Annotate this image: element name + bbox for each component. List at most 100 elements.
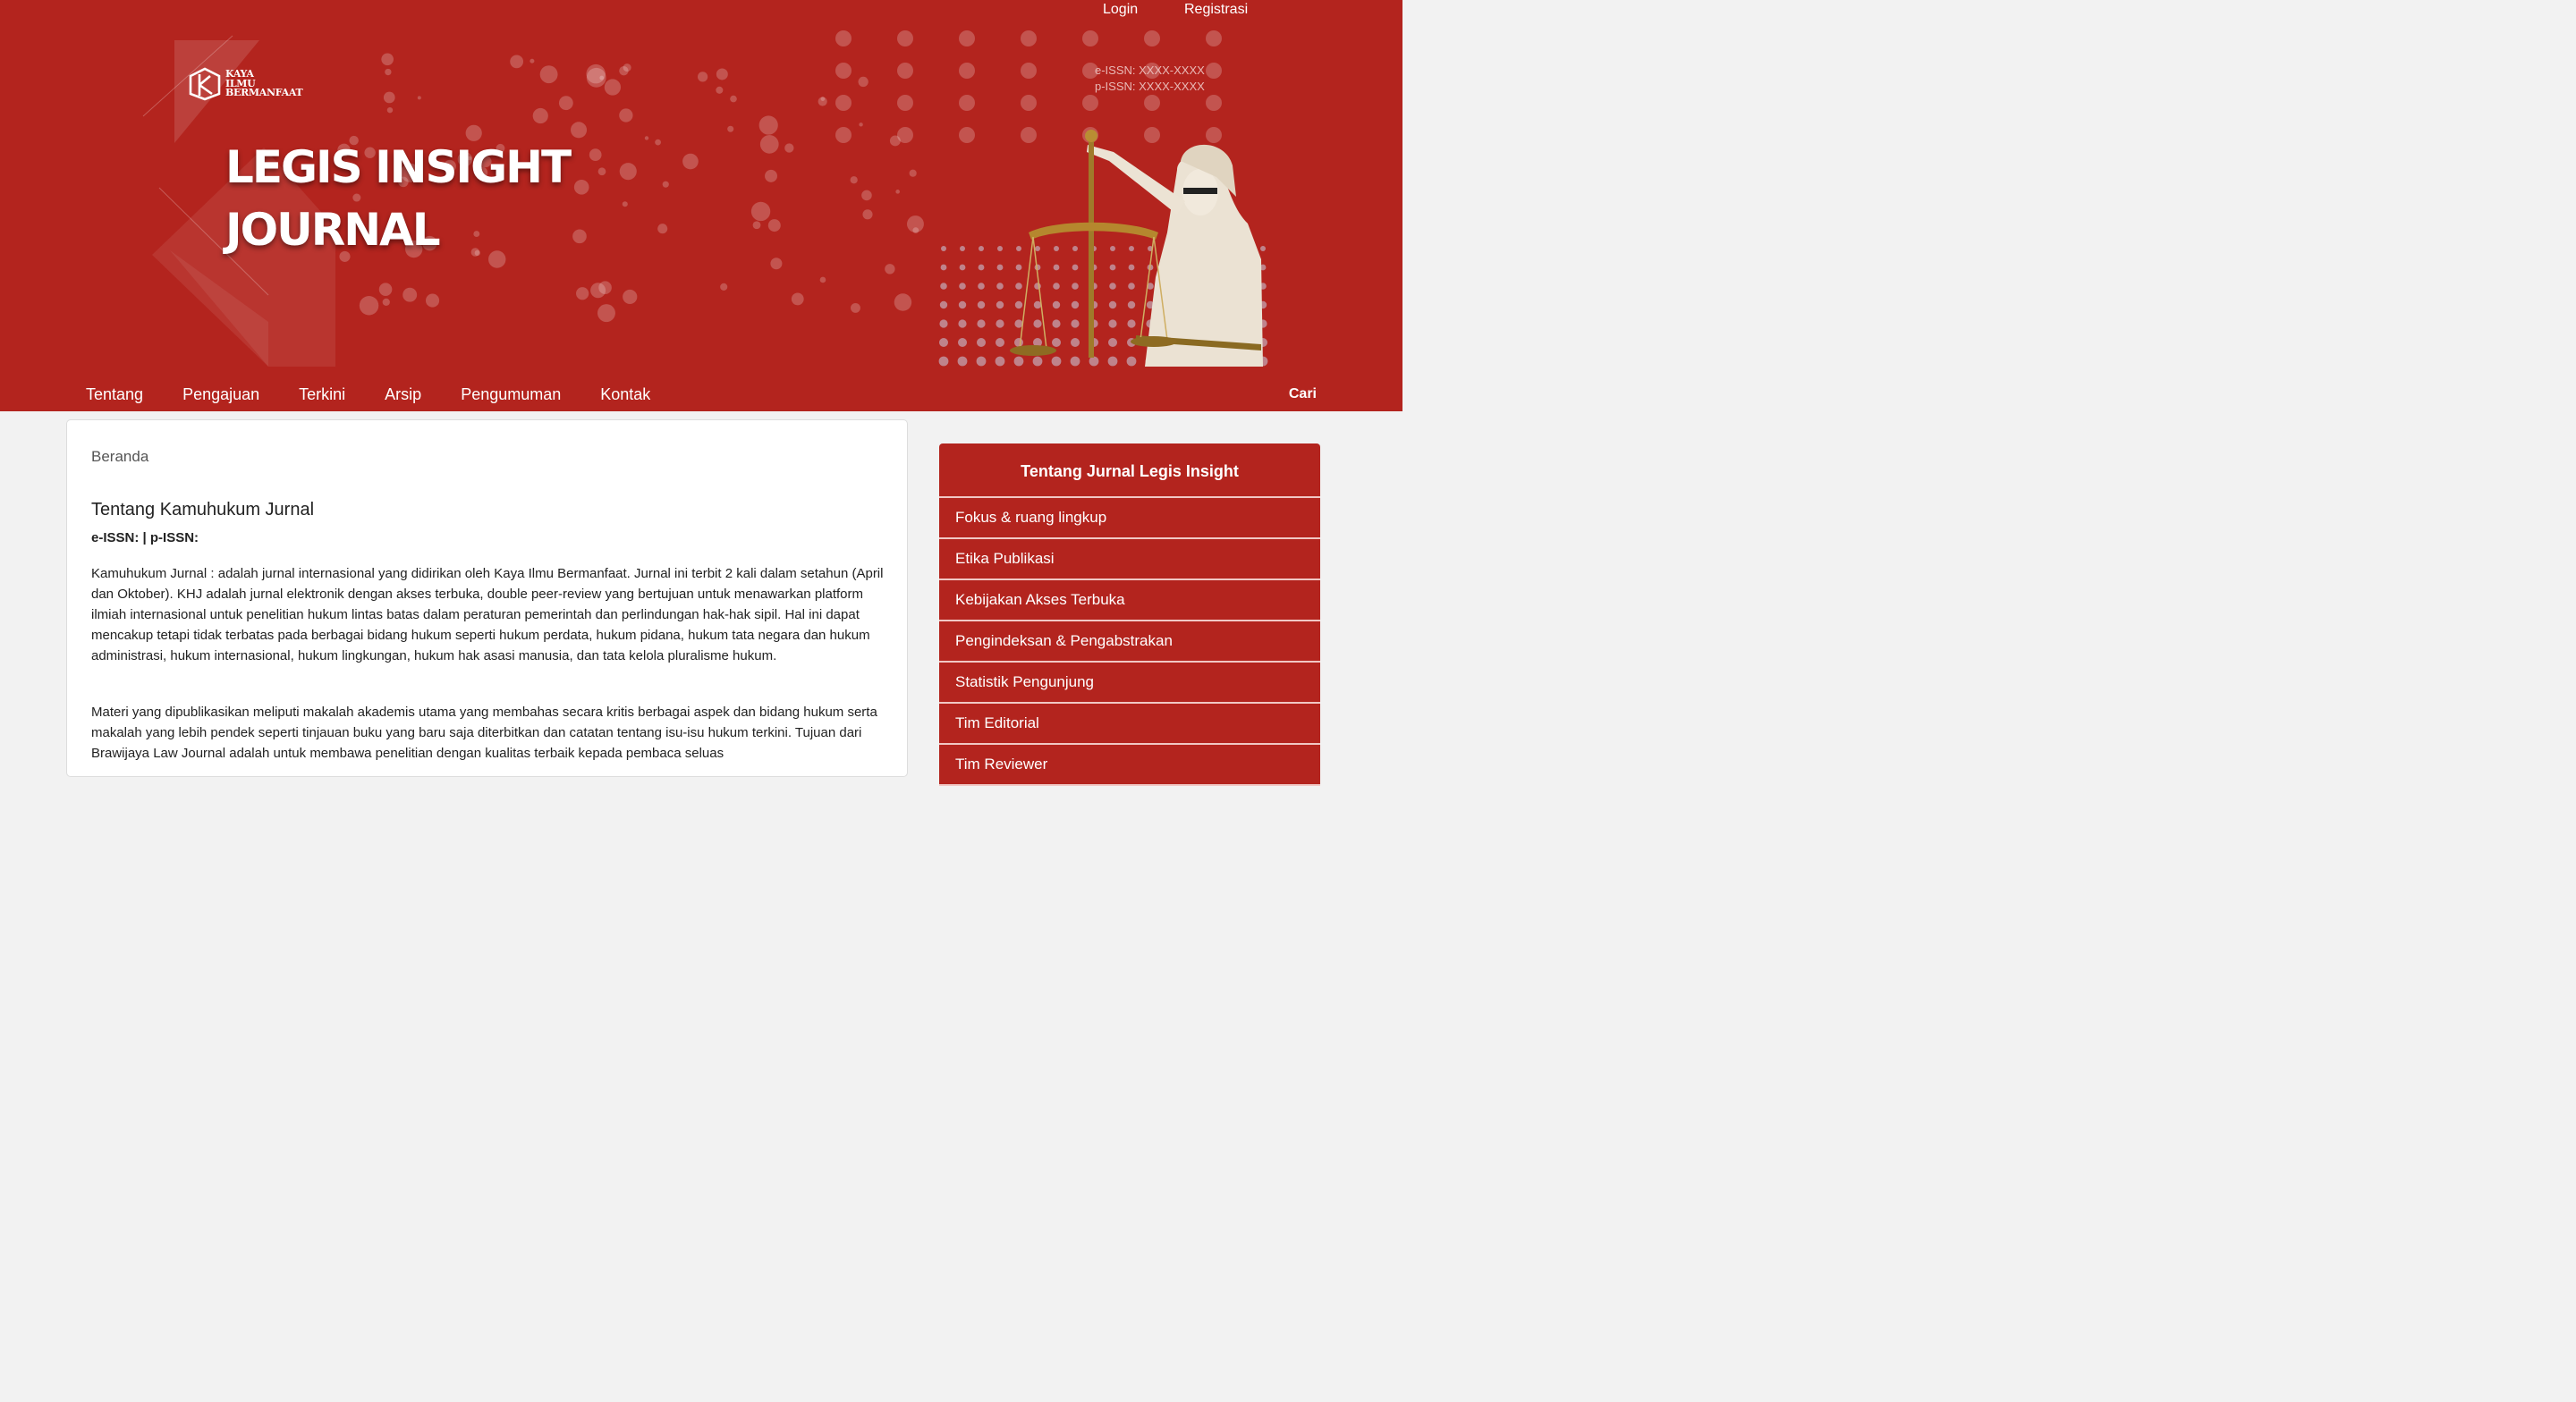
banner-bubble (571, 122, 588, 139)
nav-item-arsip: Arsip (385, 383, 421, 406)
banner-dot (835, 127, 852, 143)
banner-dot (940, 264, 947, 271)
banner-dot (958, 319, 967, 328)
banner-dot (978, 264, 985, 271)
banner-dot (960, 246, 965, 251)
issn-block: e-ISSN: XXXX-XXXX p-ISSN: XXXX-XXXX (1095, 63, 1205, 95)
banner-bubble (381, 53, 394, 66)
banner-bubble (530, 58, 535, 63)
banner-bubble (572, 229, 587, 244)
banner-dot (1206, 95, 1222, 111)
banner-bubble (851, 302, 860, 313)
banner-bubble (720, 283, 728, 291)
banner-dot (959, 30, 975, 46)
sidebar-item-editorial-team[interactable]: Tim Editorial (939, 704, 1320, 745)
sidebar-title: Tentang Jurnal Legis Insight (939, 443, 1320, 498)
banner-bubble (767, 219, 781, 232)
nav-link-pengumuman[interactable]: Pengumuman (461, 385, 561, 403)
banner-bubble (586, 63, 606, 84)
nav-item-kontak: Kontak (600, 383, 650, 406)
header-banner[interactable]: KAYA ILMU BERMANFAAT LEGIS INSIGHT JOURN… (0, 0, 1402, 368)
nav-link-pengajuan[interactable]: Pengajuan (182, 385, 259, 403)
journal-title: LEGIS INSIGHT JOURNAL (225, 136, 572, 261)
banner-dot (1082, 30, 1098, 46)
banner-dot (939, 300, 948, 309)
banner-dot (1206, 63, 1222, 79)
primary-nav: Tentang Pengajuan Terkini Arsip Pengumum… (0, 378, 1402, 411)
banner-bubble (532, 107, 548, 124)
banner-bubble (759, 134, 779, 154)
sidebar-item-reviewer-team[interactable]: Tim Reviewer (939, 745, 1320, 786)
banner-bubble (716, 86, 724, 94)
banner-bubble (378, 283, 393, 296)
banner-dot (940, 283, 947, 290)
logo-mark-icon (189, 67, 221, 101)
banner-bubble (386, 106, 394, 114)
sidebar-item-visitor-stats[interactable]: Statistik Pengunjung (939, 663, 1320, 704)
nav-item-terkini: Terkini (299, 383, 345, 406)
sidebar-item-focus-scope[interactable]: Fokus & ruang lingkup (939, 498, 1320, 539)
banner-dot (835, 95, 852, 111)
issn-line: e-ISSN: | p-ISSN: (91, 530, 199, 545)
banner-dot (835, 30, 852, 46)
about-paragraph: Kamuhukum Jurnal : adalah jurnal interna… (91, 566, 884, 663)
logo-text-line: BERMANFAAT (225, 87, 303, 98)
banner-bubble (758, 115, 778, 135)
nav-link-tentang[interactable]: Tentang (86, 385, 143, 403)
banner-bubble (604, 79, 622, 96)
banner-bubble (657, 224, 668, 234)
banner-bubble (655, 139, 661, 146)
scales-of-justice-icon (1010, 130, 1263, 367)
site-header: KAYA ILMU BERMANFAAT LEGIS INSIGHT JOURN… (0, 0, 1402, 411)
banner-bubble (727, 125, 734, 132)
banner-dot (977, 338, 986, 347)
banner-bubble (539, 65, 558, 84)
register-link[interactable]: Registrasi (1184, 2, 1248, 20)
login-link[interactable]: Login (1103, 2, 1184, 20)
journal-title-line1: LEGIS INSIGHT (225, 141, 572, 193)
banner-bubble (619, 163, 637, 181)
banner-dot (1021, 95, 1037, 111)
banner-bubble (385, 68, 392, 76)
banner-bubble (716, 68, 728, 80)
banner-bubble (623, 289, 638, 305)
banner-bubble (382, 298, 390, 307)
banner-dot (897, 30, 913, 46)
sidebar-item-publication-ethics[interactable]: Etika Publikasi (939, 539, 1320, 580)
banner-dot (959, 264, 966, 271)
banner-bubble (619, 66, 629, 76)
banner-dot (978, 283, 985, 290)
banner-bubble (894, 293, 912, 311)
banner-dot (897, 95, 913, 111)
nav-link-terkini[interactable]: Terkini (299, 385, 345, 403)
primary-nav-list: Tentang Pengajuan Terkini Arsip Pengumum… (86, 383, 690, 406)
sidebar-item-indexing[interactable]: Pengindeksan & Pengabstrakan (939, 621, 1320, 663)
banner-bubble (589, 148, 602, 162)
banner-bubble (818, 97, 827, 106)
banner-dot (959, 95, 975, 111)
nav-link-arsip[interactable]: Arsip (385, 385, 421, 403)
search-link[interactable]: Cari (1289, 386, 1317, 402)
banner-bubble (895, 190, 900, 194)
logo-text: KAYA ILMU BERMANFAAT (225, 69, 303, 98)
banner-dot (958, 338, 967, 347)
banner-bubble (819, 276, 826, 283)
banner-dot (897, 63, 913, 79)
e-issn: e-ISSN: XXXX-XXXX (1095, 63, 1205, 77)
banner-bubble (590, 283, 606, 299)
banner-dot (958, 300, 967, 309)
nav-item-pengumuman: Pengumuman (461, 383, 561, 406)
nav-link-kontak[interactable]: Kontak (600, 385, 650, 403)
nav-item-tentang: Tentang (86, 383, 143, 406)
sidebar-item-open-access[interactable]: Kebijakan Akses Terbuka (939, 580, 1320, 621)
banner-dot (1144, 30, 1160, 46)
banner-bubble (859, 122, 863, 127)
breadcrumb: Beranda (91, 448, 149, 465)
banner-dot (977, 319, 986, 328)
banner-bubble (644, 136, 649, 140)
banner-bubble (885, 264, 895, 274)
banner-dot (977, 300, 986, 309)
banner-dot (1021, 63, 1037, 79)
banner-bubble (770, 258, 783, 270)
banner-bubble (558, 96, 573, 111)
